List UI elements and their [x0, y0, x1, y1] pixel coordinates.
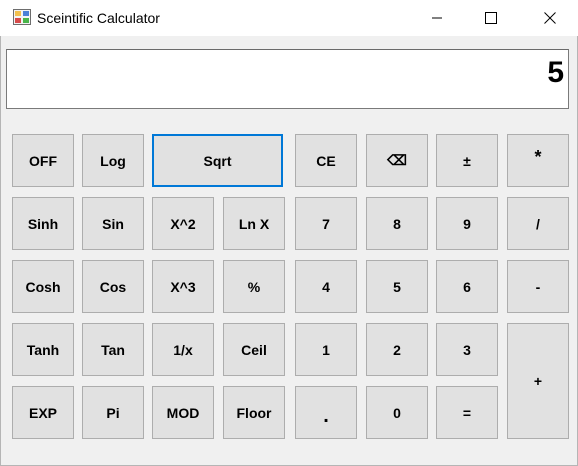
eight-button[interactable]: 8 — [366, 197, 428, 250]
six-button[interactable]: 6 — [436, 260, 498, 313]
decimal-button[interactable]: . — [295, 386, 357, 439]
app-icon — [13, 9, 31, 25]
sqrt-button[interactable]: Sqrt — [152, 134, 283, 187]
pi-button[interactable]: Pi — [82, 386, 144, 439]
plus-button[interactable]: + — [507, 323, 569, 439]
maximize-button[interactable] — [468, 0, 514, 36]
minimize-icon — [432, 17, 442, 19]
one-button[interactable]: 1 — [295, 323, 357, 376]
display-value: 5 — [547, 56, 564, 89]
minus-button[interactable]: - — [507, 260, 569, 313]
ceil-button[interactable]: Ceil — [223, 323, 285, 376]
maximize-icon — [485, 12, 497, 24]
window-border-left — [0, 36, 1, 466]
four-button[interactable]: 4 — [295, 260, 357, 313]
reciprocal-button[interactable]: 1/x — [152, 323, 214, 376]
result-display[interactable]: 5 — [6, 49, 569, 109]
ce-button[interactable]: CE — [295, 134, 357, 187]
x-squared-button[interactable]: X^2 — [152, 197, 214, 250]
nine-button[interactable]: 9 — [436, 197, 498, 250]
divide-button[interactable]: / — [507, 197, 569, 250]
minimize-button[interactable] — [414, 0, 460, 36]
cosh-button[interactable]: Cosh — [12, 260, 74, 313]
window-title: Sceintific Calculator — [37, 10, 160, 26]
sinh-button[interactable]: Sinh — [12, 197, 74, 250]
seven-button[interactable]: 7 — [295, 197, 357, 250]
sin-button[interactable]: Sin — [82, 197, 144, 250]
cos-button[interactable]: Cos — [82, 260, 144, 313]
x-cubed-button[interactable]: X^3 — [152, 260, 214, 313]
log-button[interactable]: Log — [82, 134, 144, 187]
floor-button[interactable]: Floor — [223, 386, 285, 439]
two-button[interactable]: 2 — [366, 323, 428, 376]
equals-button[interactable]: = — [436, 386, 498, 439]
tanh-button[interactable]: Tanh — [12, 323, 74, 376]
plus-minus-button[interactable]: ± — [436, 134, 498, 187]
tan-button[interactable]: Tan — [82, 323, 144, 376]
zero-button[interactable]: 0 — [366, 386, 428, 439]
backspace-button[interactable]: ⌫ — [366, 134, 428, 187]
multiply-button[interactable]: * — [507, 134, 569, 187]
off-button[interactable]: OFF — [12, 134, 74, 187]
ln-x-button[interactable]: Ln X — [223, 197, 285, 250]
close-button[interactable] — [527, 0, 573, 36]
close-icon — [544, 12, 556, 24]
mod-button[interactable]: MOD — [152, 386, 214, 439]
five-button[interactable]: 5 — [366, 260, 428, 313]
percent-button[interactable]: % — [223, 260, 285, 313]
exp-button[interactable]: EXP — [12, 386, 74, 439]
three-button[interactable]: 3 — [436, 323, 498, 376]
title-bar: Sceintific Calculator — [0, 0, 578, 36]
